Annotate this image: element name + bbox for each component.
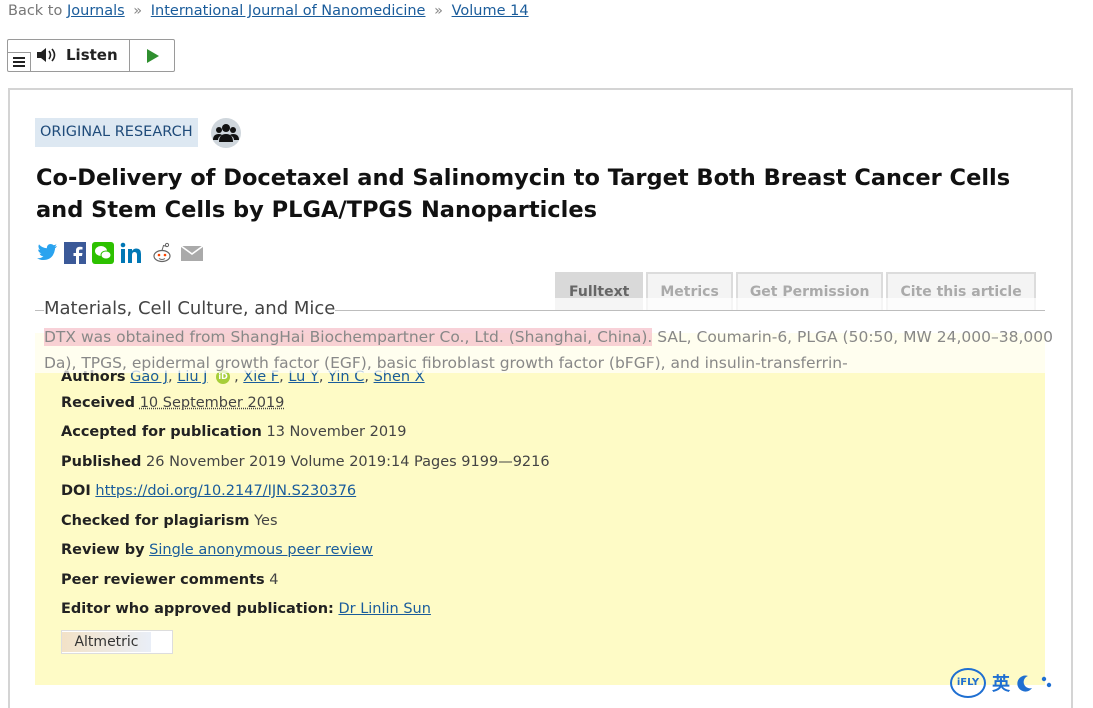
article-title: Co-Delivery of Docetaxel and Salinomycin… xyxy=(36,165,1011,223)
play-icon xyxy=(147,48,159,63)
listen-widget: Listen xyxy=(7,39,175,72)
breadcrumb-prefix: Back to xyxy=(8,3,63,19)
linkedin-icon[interactable] xyxy=(120,242,144,264)
plagiarism-row: Checked for plagiarism Yes xyxy=(61,513,278,529)
breadcrumb-separator: » xyxy=(133,3,143,19)
share-bar xyxy=(36,242,204,264)
doi-link[interactable]: https://doi.org/10.2147/IJN.S230376 xyxy=(95,483,356,499)
review-label: Review by xyxy=(61,542,145,558)
article-details-panel: Authors Gao J, Liu J iD, Xie F, Lu Y, Yi… xyxy=(35,333,1045,685)
ifly-language[interactable]: 英 xyxy=(992,670,1010,696)
article-type-badge: ORIGINAL RESEARCH xyxy=(35,118,198,147)
menu-icon[interactable] xyxy=(8,52,31,71)
comments-row: Peer reviewer comments 4 xyxy=(61,572,279,588)
accepted-label: Accepted for publication xyxy=(61,424,262,440)
section-text: DTX was obtained from ShangHai Biochempa… xyxy=(44,324,1054,376)
doi-row: DOI https://doi.org/10.2147/IJN.S230376 xyxy=(61,483,356,499)
breadcrumb: Back to Journals » International Journal… xyxy=(8,3,529,19)
speaker-icon xyxy=(37,48,56,62)
comments-label: Peer reviewer comments xyxy=(61,572,265,588)
breadcrumb-volume-link[interactable]: Volume 14 xyxy=(452,3,529,19)
twitter-icon[interactable] xyxy=(36,243,58,263)
published-label: Published xyxy=(61,454,142,470)
accepted-row: Accepted for publication 13 November 201… xyxy=(61,424,407,440)
wechat-icon[interactable] xyxy=(92,242,114,264)
ifly-logo[interactable]: iFLY xyxy=(950,668,986,698)
play-button[interactable] xyxy=(129,40,176,71)
accepted-date: 13 November 2019 xyxy=(266,424,407,440)
breadcrumb-separator: » xyxy=(434,3,443,19)
editor-link[interactable]: Dr Linlin Sun xyxy=(338,601,430,617)
received-label: Received xyxy=(61,395,136,411)
review-link[interactable]: Single anonymous peer review xyxy=(149,542,373,558)
reddit-icon[interactable] xyxy=(150,242,174,264)
altmetric-label: Altmetric xyxy=(62,632,151,652)
breadcrumb-journal-link[interactable]: International Journal of Nanomedicine xyxy=(151,3,426,19)
group-icon xyxy=(211,118,241,148)
breadcrumb-journals-link[interactable]: Journals xyxy=(67,3,125,19)
listen-label: Listen xyxy=(66,46,118,64)
altmetric-badge[interactable]: Altmetric xyxy=(61,630,173,654)
comments-count: 4 xyxy=(269,572,279,588)
plagiarism-label: Checked for plagiarism xyxy=(61,513,250,529)
published-row: Published 26 November 2019 Volume 2019:1… xyxy=(61,454,550,470)
dots-icon[interactable] xyxy=(1040,674,1056,692)
doi-label: DOI xyxy=(61,483,91,499)
highlighted-sentence: DTX was obtained from ShangHai Biochempa… xyxy=(44,328,653,346)
review-row: Review by Single anonymous peer review xyxy=(61,542,373,558)
received-date: 10 September 2019 xyxy=(139,395,285,411)
published-info: 26 November 2019 Volume 2019:14 Pages 91… xyxy=(146,454,550,470)
section-title: Materials, Cell Culture, and Mice xyxy=(44,298,336,319)
editor-row: Editor who approved publication: Dr Linl… xyxy=(61,601,431,617)
facebook-icon[interactable] xyxy=(64,242,86,264)
email-icon[interactable] xyxy=(180,243,204,263)
moon-icon[interactable] xyxy=(1016,674,1034,692)
plagiarism-value: Yes xyxy=(254,513,278,529)
listen-button[interactable]: Listen xyxy=(36,46,118,64)
editor-label: Editor who approved publication: xyxy=(61,601,334,617)
received-row: Received 10 September 2019 xyxy=(61,395,284,411)
ifly-widget[interactable]: iFLY 英 xyxy=(950,668,1056,698)
